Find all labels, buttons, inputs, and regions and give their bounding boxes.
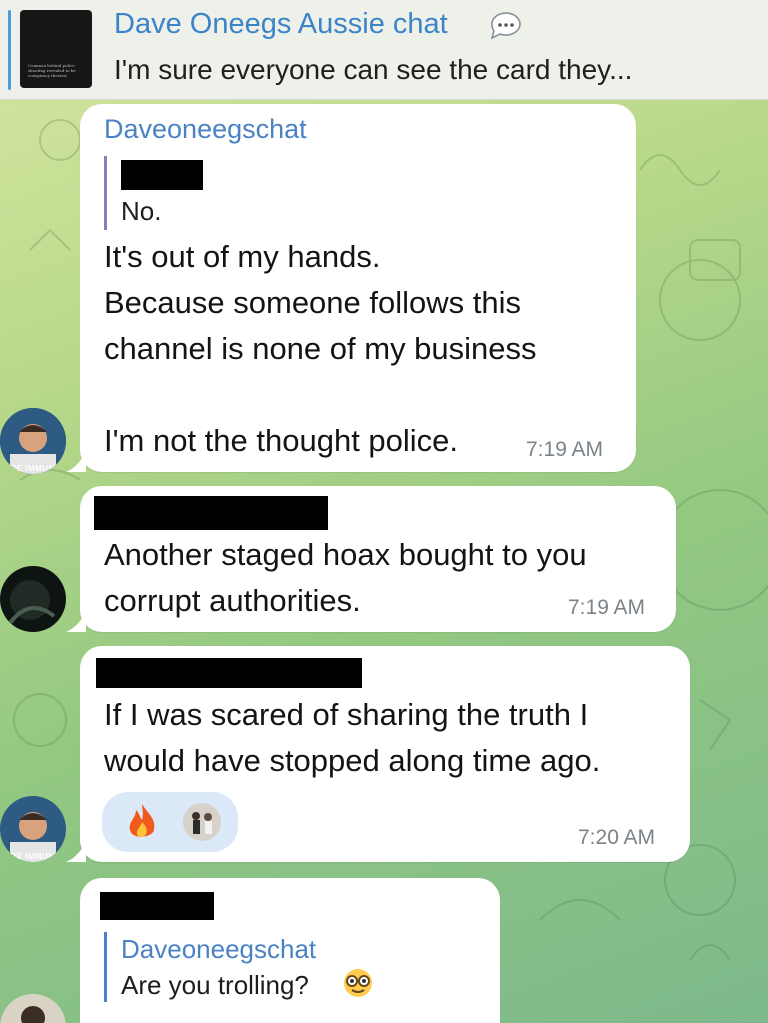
reply-quote[interactable]: No.	[104, 156, 227, 230]
message-time: 7:19 AM	[526, 438, 604, 461]
sender-name[interactable]: Daveoneegschat	[104, 114, 307, 145]
bubble-tail	[66, 840, 86, 862]
pinned-thumbnail: Common behind police shooting revealed t…	[20, 10, 92, 88]
fire-icon[interactable]	[124, 802, 160, 842]
message-text: It's out of my hands. Because someone fo…	[104, 239, 537, 458]
avatar[interactable]	[0, 994, 66, 1023]
redacted-sender	[94, 496, 328, 530]
nerd-face-icon	[344, 969, 372, 997]
avatar-photo	[0, 566, 66, 632]
reply-text: No.	[121, 196, 162, 226]
pinned-message-bar[interactable]: Common behind police shooting revealed t…	[0, 0, 768, 100]
reply-sender-name: Daveoneegschat	[121, 934, 317, 964]
message-bubble[interactable]: Another staged hoax bought to you corrup…	[66, 486, 676, 632]
pinned-message-preview: I'm sure everyone can see the card they.…	[114, 54, 633, 85]
comment-bubble-icon[interactable]	[488, 12, 524, 40]
chat-title: Dave Oneegs Aussie chat	[114, 8, 448, 40]
message-bubble[interactable]: Daveoneegschat No. It's out of my hands.…	[66, 104, 636, 472]
message-bubble[interactable]: Daveoneegschat Are you trolling?	[80, 878, 500, 1023]
avatar-caption: ARE IMMUNE	[4, 464, 61, 473]
reactions-bar[interactable]	[102, 792, 238, 852]
bubble-tail	[66, 450, 86, 472]
redacted-sender	[96, 658, 362, 688]
avatar[interactable]	[0, 566, 66, 632]
reactor-avatar-icon[interactable]	[182, 802, 222, 842]
reply-quote[interactable]: Daveoneegschat Are you trolling?	[104, 932, 407, 1002]
message-bubble[interactable]: If I was scared of sharing the truth I w…	[66, 646, 690, 862]
avatar-photo	[0, 994, 66, 1023]
avatar-caption: ARE IMMUNE	[4, 852, 61, 861]
redacted-name	[121, 160, 203, 190]
message-time: 7:20 AM	[578, 826, 656, 849]
redacted-sender	[100, 892, 214, 920]
avatar[interactable]: ARE IMMUNE	[0, 408, 66, 474]
pinned-indicator	[8, 10, 11, 90]
thumbnail-caption: Common behind police shooting revealed t…	[28, 63, 76, 78]
message-text: If I was scared of sharing the truth I w…	[104, 697, 601, 778]
avatar[interactable]: ARE IMMUNE	[0, 796, 66, 862]
bubble-tail	[66, 610, 86, 632]
message-time: 7:19 AM	[568, 596, 646, 619]
reply-text: Are you trolling?	[121, 970, 309, 1000]
message-text: Another staged hoax bought to you corrup…	[104, 537, 587, 618]
